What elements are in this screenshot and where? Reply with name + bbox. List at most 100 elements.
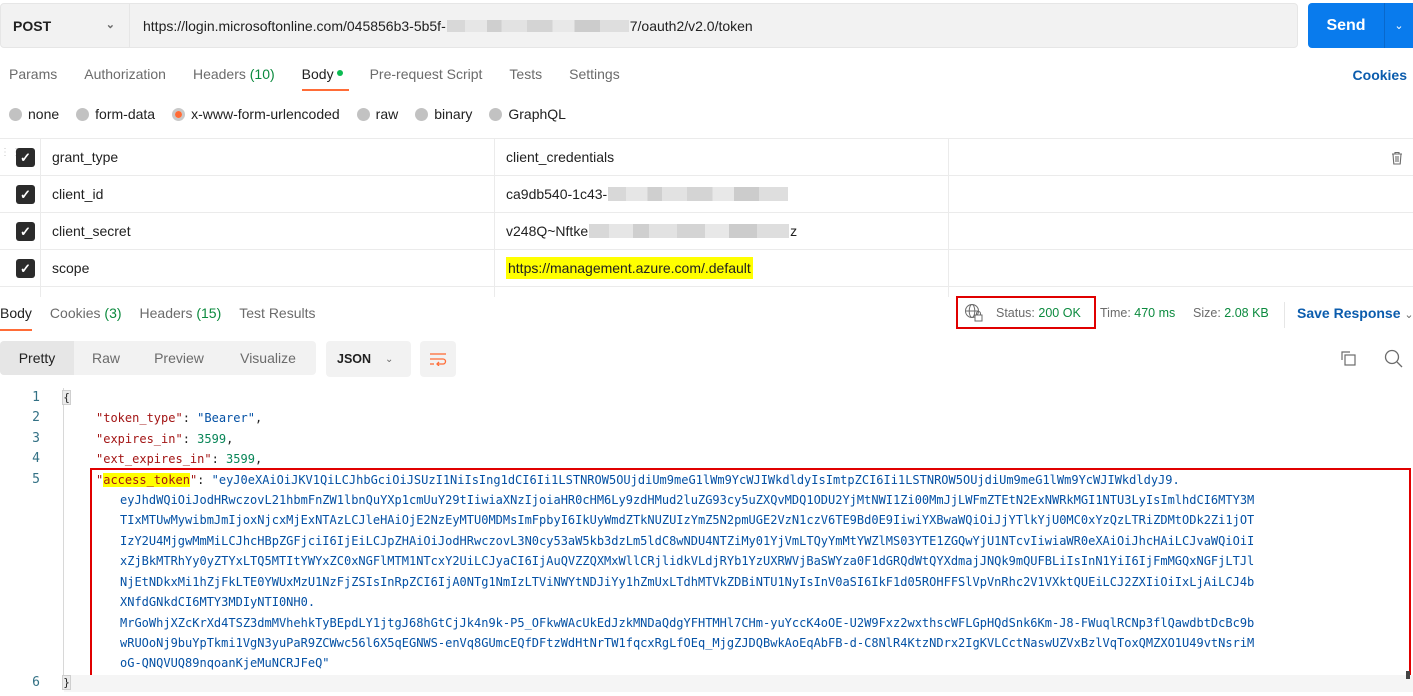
radio-label: binary [434,106,473,122]
column-divider [948,250,949,286]
drag-handle-icon[interactable]: ⋮⋮ [0,148,21,164]
chevron-down-icon: ⌄ [385,353,394,365]
tab-response-cookies[interactable]: Cookies (3) [50,305,122,333]
response-body-code-view[interactable]: 1 2 3 4 5 6 { "token_type": "Bearer", "e… [0,388,1413,696]
radio-circle-icon [489,107,503,121]
param-value[interactable]: v248Q~Nftke z [506,223,797,239]
param-key[interactable]: scope [52,260,89,276]
save-response-button[interactable]: Save Response ⌄ [1297,305,1413,321]
send-options-chevron-icon[interactable]: ⌄ [1384,3,1413,48]
param-value[interactable]: ca9db540-1c43- [506,186,789,202]
tab-label: Body [0,305,32,321]
highlighted-scope-value: https://management.azure.com/.default [506,257,753,279]
radio-circle-icon [9,107,22,121]
column-divider [40,139,41,175]
radio-x-www-form-urlencoded[interactable]: x-www-form-urlencoded [172,106,340,122]
column-divider [40,250,41,286]
time-value: 470 ms [1134,306,1176,320]
token-segment: wRUOoNj9buYpTkmi1VgN3yuPaR9ZCWwc56l6X5qE… [120,636,1255,650]
radio-graphql[interactable]: GraphQL [489,106,566,122]
trash-icon[interactable] [1391,151,1403,168]
send-button-group: Send ⌄ [1308,3,1413,48]
view-mode-segmented-control: Pretty Raw Preview Visualize [0,341,316,375]
param-key[interactable]: client_secret [52,223,131,239]
view-label: Pretty [18,350,56,366]
tab-test-results[interactable]: Test Results [239,305,315,333]
chevron-down-icon: ⌄ [1404,309,1413,321]
view-preview[interactable]: Preview [138,341,220,375]
scrollbar-thumb[interactable] [1406,671,1410,679]
radio-none[interactable]: none [9,106,59,122]
tab-count: (15) [196,305,222,321]
row-checkbox[interactable]: ✓ [16,185,35,204]
view-label: Preview [154,350,204,366]
radio-label: form-data [95,106,156,122]
response-size[interactable]: Size: 2.08 KB [1193,306,1269,320]
radio-binary[interactable]: binary [415,106,472,122]
column-divider [494,176,495,212]
param-value[interactable]: client_credentials [506,149,614,165]
empty-row [0,287,1413,297]
response-time[interactable]: Time: 470 ms [1100,306,1175,320]
tab-headers[interactable]: Headers (10) [193,66,275,96]
token-segment: eyJhdWQiOiJodHRwczovL21hbmFnZW1lbnQuYXp1… [120,493,1255,507]
redacted-region [589,224,790,238]
radio-label: raw [375,106,399,122]
token-segment: xZjBkMTRhYy0yZTYxLTQ5MTItYWYxZC0xNGFlMTM… [120,554,1255,568]
globe-lock-icon[interactable] [964,303,984,323]
tab-label: Authorization [84,66,166,82]
tab-body[interactable]: Body [301,66,349,96]
param-value[interactable]: https://management.azure.com/.default [506,257,753,279]
table-row: ✓ client_id ca9db540-1c43- [0,176,1413,213]
fold-close-brace[interactable]: } [62,675,71,690]
tab-pre-request-script[interactable]: Pre-request Script [370,66,483,96]
tab-authorization[interactable]: Authorization [84,66,166,96]
fold-open-brace[interactable]: { [62,390,71,405]
value-suffix: z [790,223,798,239]
method-label: POST [13,17,52,34]
tab-settings[interactable]: Settings [569,66,620,96]
tab-label: Headers [192,66,246,82]
modified-dot-icon [336,70,343,77]
token-segment: MrGoWhjXZcKrXd4TSZ3dmMVhehkTyBEpdLY1jtgJ… [120,616,1255,630]
view-raw[interactable]: Raw [74,341,138,375]
copy-icon[interactable] [1339,349,1357,367]
view-label: Visualize [240,350,296,366]
token-segment: oG-QNQVUQ89nqoanKjeMuNCRJFeQ" [120,656,330,670]
value-prefix: ca9db540-1c43- [506,186,608,202]
radio-form-data[interactable]: form-data [76,106,155,122]
method-select[interactable]: POST ⌄ [1,4,130,47]
row-checkbox[interactable]: ✓ [16,148,35,167]
highlighted-json-key: access_token [103,473,190,487]
radio-label: none [28,106,60,122]
table-row: ⋮⋮ ✓ grant_type client_credentials [0,139,1413,176]
radio-circle-icon [415,107,429,121]
response-tabs: Body Cookies (3) Headers (15) Test Resul… [0,305,334,333]
radio-raw[interactable]: raw [356,106,399,122]
format-select[interactable]: JSON ⌄ [326,341,411,377]
value-prefix: v248Q~Nftke [506,223,589,239]
radio-label: x-www-form-urlencoded [191,106,340,122]
tab-params[interactable]: Params [9,66,57,96]
divider [1284,302,1285,328]
param-key[interactable]: grant_type [52,149,118,165]
search-icon[interactable] [1384,349,1404,369]
tab-response-body[interactable]: Body [0,305,32,333]
save-response-label: Save Response [1297,305,1401,321]
tab-label: Settings [569,66,620,82]
param-key[interactable]: client_id [52,186,103,202]
url-input[interactable]: https://login.microsoftonline.com/045856… [130,18,753,34]
wrap-lines-button[interactable] [420,341,456,377]
tab-label: Test Results [239,305,316,321]
redacted-region [446,19,629,32]
cookies-link[interactable]: Cookies [1353,67,1407,83]
send-button[interactable]: Send [1308,17,1384,35]
row-checkbox[interactable]: ✓ [16,222,35,241]
row-checkbox[interactable]: ✓ [16,259,35,278]
tab-response-headers[interactable]: Headers (15) [140,305,222,333]
status-value[interactable]: 200 OK [1038,306,1080,320]
view-pretty[interactable]: Pretty [0,341,74,375]
json-line-expires-in: "expires_in": 3599, [96,432,234,446]
tab-tests[interactable]: Tests [509,66,542,96]
view-visualize[interactable]: Visualize [220,341,316,375]
